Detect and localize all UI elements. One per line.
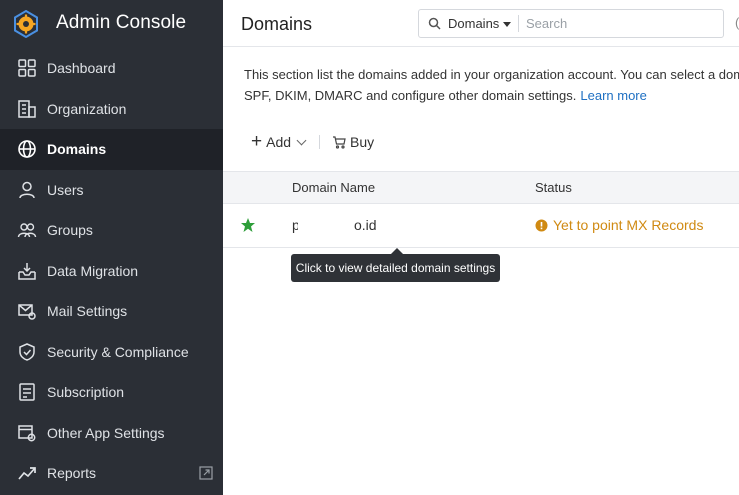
reports-icon (18, 467, 36, 480)
admin-console-logo-icon (14, 10, 38, 38)
data-migration-icon (18, 262, 36, 280)
shield-icon (19, 342, 35, 361)
tooltip-text: Click to view detailed domain settings (295, 261, 496, 275)
toolbar-divider (319, 135, 321, 149)
sidebar-item-subscription[interactable]: Subscription (0, 372, 223, 413)
sidebar-item-groups[interactable]: Groups (0, 210, 223, 251)
warning-icon (535, 219, 548, 231)
sidebar-nav: Dashboard Organization Domains Users Gro… (0, 48, 223, 494)
star-icon[interactable] (240, 217, 256, 233)
user-icon (19, 181, 35, 198)
globe-icon (18, 140, 36, 159)
tooltip-arrow (391, 248, 403, 254)
app-title: Admin Console (56, 12, 187, 33)
mail-settings-icon (18, 304, 36, 320)
brand-header: Admin Console (0, 0, 223, 48)
subscription-icon (19, 383, 35, 401)
column-header-domain[interactable]: Domain Name (292, 180, 375, 195)
section-description: This section list the domains added in y… (244, 64, 739, 106)
tooltip: Click to view detailed domain settings (291, 248, 500, 282)
plus-icon: + (251, 131, 263, 152)
page-title: Domains (241, 14, 313, 34)
organization-icon (18, 100, 36, 118)
toolbar: + Add Buy (251, 132, 374, 152)
sidebar: Admin Console Dashboard Organization Dom… (0, 0, 223, 495)
sidebar-item-domains[interactable]: Domains (0, 129, 223, 170)
table-header: Domain Name Status (223, 171, 739, 204)
sidebar-item-users[interactable]: Users (0, 170, 223, 211)
description-line-1: This section list the domains added in y… (244, 67, 739, 82)
topbar-cut-text: ( (735, 15, 739, 30)
chevron-down-icon[interactable] (503, 22, 511, 27)
search-scope-select[interactable]: Domains (448, 16, 499, 31)
sidebar-item-mail-settings[interactable]: Mail Settings (0, 291, 223, 332)
description-line-2-text: SPF, DKIM, DMARC and configure other dom… (244, 88, 577, 103)
add-label: Add (266, 134, 292, 150)
sidebar-item-label: Data Migration (47, 262, 139, 279)
domain-name-suffix[interactable]: o.id (354, 217, 377, 233)
sidebar-item-label: Other App Settings (47, 424, 165, 441)
external-link-icon[interactable] (199, 466, 213, 480)
table-row[interactable]: p o.id Yet to point MX Records (223, 204, 739, 248)
dashboard-icon (18, 59, 36, 77)
sidebar-item-label: Mail Settings (47, 303, 128, 320)
buy-button[interactable]: Buy (332, 134, 374, 150)
sidebar-item-dashboard[interactable]: Dashboard (0, 48, 223, 89)
search-input[interactable] (526, 13, 716, 34)
top-bar: Domains Domains ( (223, 0, 739, 47)
search-icon (428, 17, 441, 30)
learn-more-link[interactable]: Learn more (580, 88, 646, 103)
sidebar-item-label: Groups (47, 222, 93, 239)
sidebar-item-reports[interactable]: Reports (0, 453, 223, 494)
sidebar-item-label: Domains (47, 141, 107, 158)
sidebar-item-organization[interactable]: Organization (0, 89, 223, 130)
description-line-2: SPF, DKIM, DMARC and configure other dom… (244, 85, 739, 106)
sidebar-item-label: Subscription (47, 384, 125, 401)
sidebar-item-label: Reports (47, 465, 97, 482)
status-text: Yet to point MX Records (553, 217, 704, 233)
sidebar-item-label: Security & Compliance (47, 343, 189, 360)
domains-table: Domain Name Status p o.id Yet to point M… (223, 171, 739, 248)
chevron-down-icon (296, 135, 307, 145)
sidebar-item-data-migration[interactable]: Data Migration (0, 251, 223, 292)
search-divider (518, 15, 519, 32)
groups-icon (17, 223, 37, 238)
main-content: Domains Domains ( This section list the … (223, 0, 739, 495)
sidebar-item-security-compliance[interactable]: Security & Compliance (0, 332, 223, 373)
cart-icon (333, 136, 346, 149)
sidebar-item-other-app-settings[interactable]: Other App Settings (0, 413, 223, 454)
sidebar-item-label: Users (47, 181, 84, 198)
buy-label: Buy (350, 134, 375, 150)
search-box: Domains (418, 9, 724, 38)
sidebar-item-label: Organization (47, 100, 127, 117)
sidebar-item-label: Dashboard (47, 60, 116, 77)
redaction-mask (298, 213, 354, 237)
app-settings-icon (18, 425, 36, 442)
status-badge: Yet to point MX Records (535, 217, 703, 233)
column-header-status[interactable]: Status (535, 180, 572, 195)
add-button[interactable]: + Add (251, 131, 307, 152)
